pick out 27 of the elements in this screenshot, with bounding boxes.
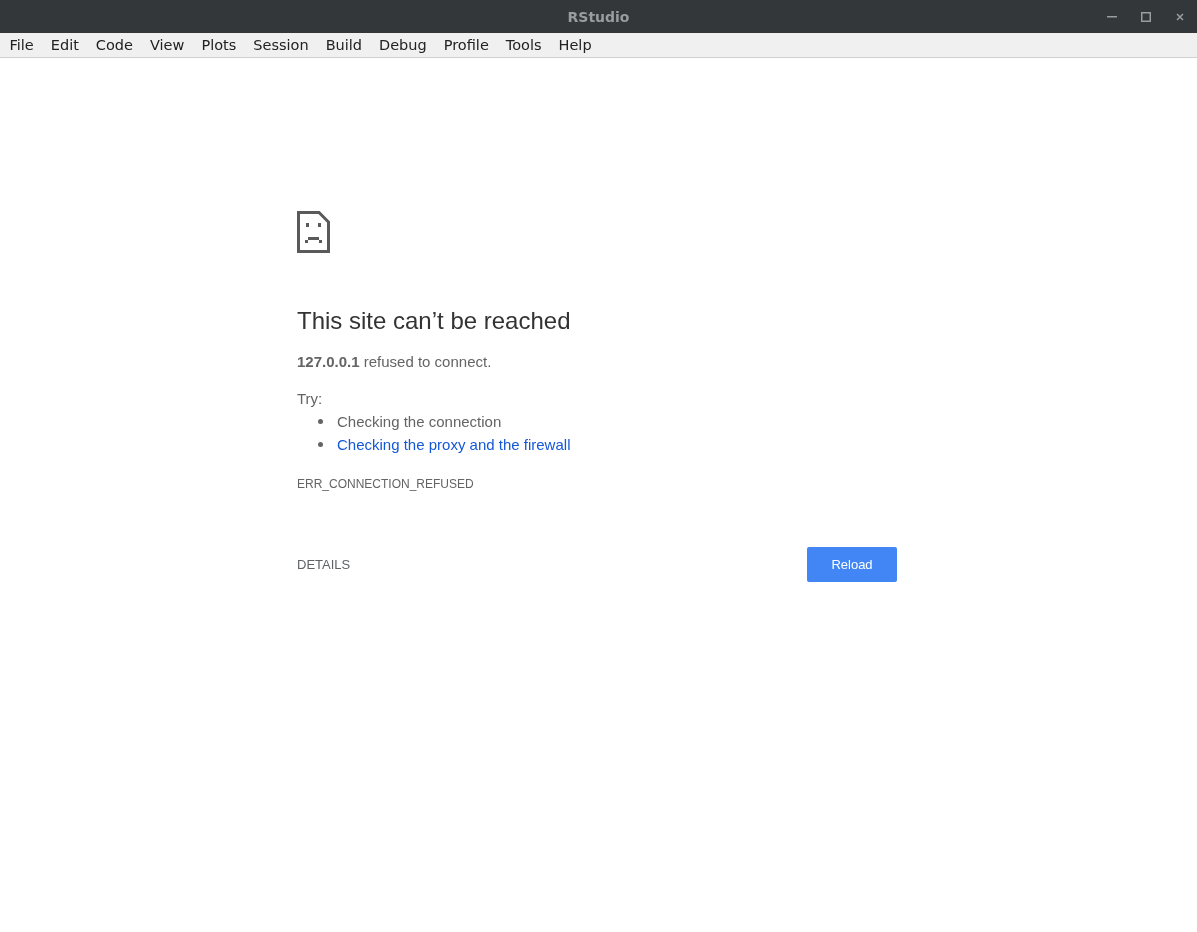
maximize-button[interactable] <box>1139 9 1153 24</box>
minimize-icon <box>1107 15 1117 18</box>
reload-button[interactable]: Reload <box>807 547 897 582</box>
menu-item[interactable]: Build <box>317 37 371 53</box>
error-heading: This site can’t be reached <box>297 307 572 335</box>
try-label: Try: <box>297 390 324 407</box>
menu-item[interactable]: Edit <box>42 37 88 53</box>
menu-item[interactable]: Help <box>550 37 601 53</box>
bullet-icon <box>318 419 323 424</box>
menu-item[interactable]: Session <box>244 37 318 53</box>
menu-item[interactable]: File <box>1 37 43 53</box>
suggestion-link[interactable]: Checking the proxy and the firewall <box>337 436 571 453</box>
menu-item[interactable]: Code <box>87 37 142 53</box>
menu-item[interactable]: Tools <box>497 37 551 53</box>
menu-item[interactable]: Profile <box>435 37 498 53</box>
error-code: ERR_CONNECTION_REFUSED <box>297 477 475 491</box>
menu-item[interactable]: Debug <box>370 37 436 53</box>
sad-page-icon <box>297 211 330 253</box>
menu-item[interactable]: Plots <box>192 37 245 53</box>
suggestion-text: Checking the connection <box>337 413 502 430</box>
close-icon <box>1176 12 1184 21</box>
menu-item[interactable]: View <box>141 37 193 53</box>
error-message: 127.0.0.1 refused to connect. <box>297 353 493 370</box>
window-title: RStudio <box>567 8 630 25</box>
bullet-icon <box>318 442 323 447</box>
maximize-icon <box>1141 11 1151 22</box>
details-button[interactable]: DETAILS <box>297 557 351 572</box>
